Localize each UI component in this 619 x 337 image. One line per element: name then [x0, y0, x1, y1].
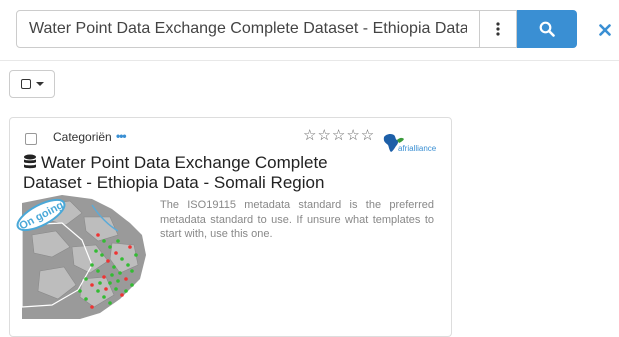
select-all-dropdown[interactable]	[9, 70, 55, 98]
search-button[interactable]	[517, 10, 577, 48]
close-icon	[599, 24, 611, 36]
clear-search-button[interactable]	[596, 21, 614, 39]
caret-down-icon	[35, 82, 44, 86]
divider	[0, 60, 619, 61]
organisation-logo-text: afrialliance	[398, 144, 437, 153]
result-title[interactable]: Water Point Data Exchange Complete Datas…	[23, 153, 363, 193]
categories-more-link[interactable]: •••	[116, 129, 127, 143]
result-card: Categoriën ••• ☆☆☆☆☆ afrialliance Water …	[9, 117, 452, 337]
vertical-dots-icon	[496, 22, 500, 36]
checkbox-square-icon	[20, 79, 31, 89]
result-abstract: The ISO19115 metadata standard is the pr…	[160, 199, 434, 240]
result-title-text[interactable]: Water Point Data Exchange Complete Datas…	[23, 153, 328, 192]
search-icon	[539, 21, 555, 37]
result-select-checkbox[interactable]	[25, 133, 37, 145]
database-icon	[24, 154, 36, 169]
search-input[interactable]	[16, 10, 480, 48]
categories-label: Categoriën	[53, 130, 112, 144]
result-thumbnail[interactable]: On going	[16, 195, 146, 319]
status-badge: On going	[16, 198, 66, 233]
rating-stars[interactable]: ☆☆☆☆☆	[303, 126, 375, 144]
search-options-button[interactable]	[480, 10, 517, 48]
